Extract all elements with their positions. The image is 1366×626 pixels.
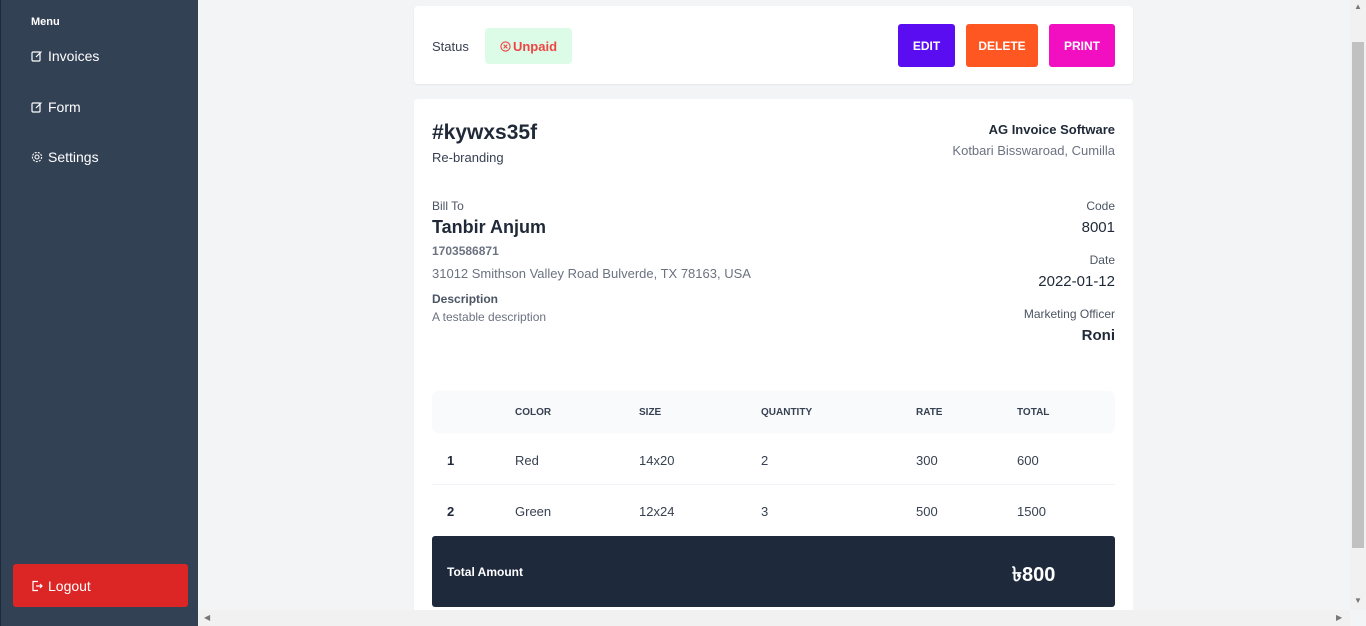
edit-button[interactable]: EDIT [898,24,955,67]
officer-value: Roni [1081,327,1115,344]
sidebar-item-settings[interactable]: Settings [31,149,99,165]
column-header: RATE [916,407,943,418]
description-label: Description [432,292,499,306]
edit-icon [31,102,42,113]
total-bar: Total Amount ৳800 [432,536,1115,607]
table-row: 2 Green 12x24 3 500 1500 [432,485,1115,536]
cell-total: 600 [1017,453,1039,468]
cell-quantity: 2 [761,453,769,468]
column-header: TOTAL [1017,407,1050,418]
sidebar: Menu Invoices Form Settings Logout [0,0,198,626]
company-name: AG Invoice Software [988,122,1115,137]
main-content: Status Unpaid EDIT DELETE PRINT #kywxs35… [198,0,1350,610]
scroll-thumb[interactable] [1352,42,1364,548]
sidebar-item-label: Form [48,99,81,115]
scroll-down-icon[interactable]: ▼ [1354,596,1362,605]
column-header: COLOR [515,407,552,418]
table-header: COLOR SIZE QUANTITY RATE TOTAL [432,391,1115,433]
sidebar-item-label: Settings [48,149,99,165]
gear-icon [31,151,43,163]
status-badge-label: Unpaid [512,38,558,54]
sidebar-item-invoices[interactable]: Invoices [31,48,99,64]
horizontal-scrollbar[interactable]: ◀ ▶ [198,610,1350,626]
total-label: Total Amount [447,565,523,579]
status-label: Status [432,39,469,54]
logout-button[interactable]: Logout [13,564,188,607]
date-value: 2022-01-12 [1038,273,1115,290]
invoice-id: #kywxs35f [432,121,538,144]
print-button[interactable]: PRINT [1049,24,1115,67]
status-badge: Unpaid [485,28,572,64]
cell-size: 14x20 [639,453,675,468]
total-value: ৳800 [1012,564,1056,586]
invoice-subtitle: Re-branding [432,150,504,165]
description-value: A testable description [432,310,547,324]
officer-label: Marketing Officer [1023,307,1115,321]
logout-label: Logout [48,577,91,594]
column-header: SIZE [639,407,662,418]
row-number: 2 [447,504,455,519]
cell-color: Green [515,504,552,519]
date-label: Date [1089,253,1115,267]
delete-button[interactable]: DELETE [966,24,1038,67]
scroll-right-icon[interactable]: ▶ [1336,613,1342,622]
scroll-up-icon[interactable]: ▲ [1354,2,1362,11]
sidebar-item-form[interactable]: Form [31,99,81,115]
client-name: Tanbir Anjum [432,217,546,237]
status-card: Status Unpaid EDIT DELETE PRINT [414,6,1133,84]
cell-total: 1500 [1017,504,1046,519]
company-address: Kotbari Bisswaroad, Cumilla [952,143,1115,158]
logout-icon [32,580,43,591]
sidebar-item-label: Invoices [48,48,100,64]
scroll-left-icon[interactable]: ◀ [204,613,210,622]
table-row: 1 Red 14x20 2 300 600 [432,434,1115,485]
vertical-scrollbar[interactable]: ▲ ▼ [1350,0,1366,610]
code-value: 8001 [1081,219,1115,236]
cell-rate: 500 [916,504,938,519]
cell-size: 12x24 [639,504,675,519]
menu-title: Menu [31,16,60,28]
cell-quantity: 3 [761,504,769,519]
code-label: Code [1086,199,1115,213]
invoice-card: #kywxs35f Re-branding AG Invoice Softwar… [414,99,1133,610]
client-address: 31012 Smithson Valley Road Bulverde, TX … [432,266,751,281]
cell-color: Red [515,453,539,468]
edit-icon [31,51,42,62]
bill-to-label: Bill To [432,199,464,213]
close-circle-icon [500,40,511,52]
column-header: QUANTITY [761,407,813,418]
row-number: 1 [447,453,455,468]
cell-rate: 300 [916,453,938,468]
client-phone: 1703586871 [432,244,499,258]
